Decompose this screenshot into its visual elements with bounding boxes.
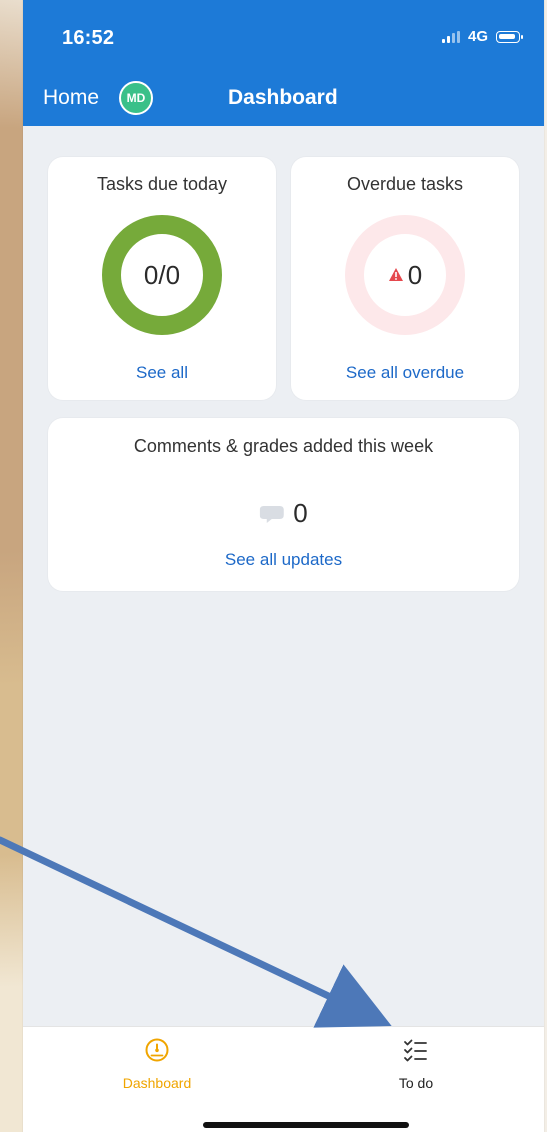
overdue-tasks-ring: 0: [345, 215, 465, 335]
avatar-initials: MD: [126, 91, 146, 105]
comments-grades-count: 0: [293, 498, 308, 528]
tasks-due-today-ring: 0/0: [102, 215, 222, 335]
tasks-due-today-value: 0/0: [143, 259, 181, 290]
top-bar: 16:52 4G Home MD Dashboard: [23, 0, 544, 126]
see-all-overdue-link[interactable]: See all overdue: [291, 363, 519, 383]
signal-icon: [441, 30, 460, 43]
comments-grades-count-wrap: 0: [259, 498, 308, 529]
phone-screen: 16:52 4G Home MD Dashboard Tasks due tod…: [23, 0, 544, 1132]
see-all-updates-link[interactable]: See all updates: [48, 550, 519, 570]
dashboard-tab-label: Dashboard: [122, 1075, 192, 1091]
battery-icon: [496, 30, 523, 43]
comment-icon: [259, 505, 284, 523]
page-title: Dashboard: [228, 86, 338, 109]
overdue-count: 0: [407, 259, 423, 290]
gauge-icon: [145, 1038, 169, 1062]
status-indicators: 4G: [441, 28, 523, 45]
overdue-tasks-card: Overdue tasks 0 See all overdue: [291, 157, 519, 400]
comments-grades-title: Comments & grades added this week: [133, 436, 434, 456]
home-link[interactable]: Home: [43, 87, 99, 108]
see-all-link[interactable]: See all: [48, 363, 276, 383]
network-type: 4G: [467, 28, 488, 45]
overdue-value: 0: [388, 260, 422, 291]
status-time: 16:52: [62, 27, 115, 49]
tasks-due-today-card: Tasks due today 0/0 See all: [48, 157, 276, 400]
bottom-navigation: Dashboard To do: [23, 1026, 544, 1132]
todo-tab-label: To do: [398, 1075, 434, 1091]
todo-tab[interactable]: To do: [346, 1036, 486, 1091]
warning-icon: [388, 268, 403, 281]
avatar[interactable]: MD: [119, 81, 153, 115]
checklist-icon: [404, 1039, 427, 1062]
tasks-due-today-title: Tasks due today: [96, 174, 228, 194]
comments-grades-card: Comments & grades added this week 0 See …: [48, 418, 519, 591]
overdue-tasks-title: Overdue tasks: [346, 174, 464, 194]
dashboard-tab[interactable]: Dashboard: [87, 1036, 227, 1091]
home-indicator[interactable]: [203, 1122, 409, 1128]
